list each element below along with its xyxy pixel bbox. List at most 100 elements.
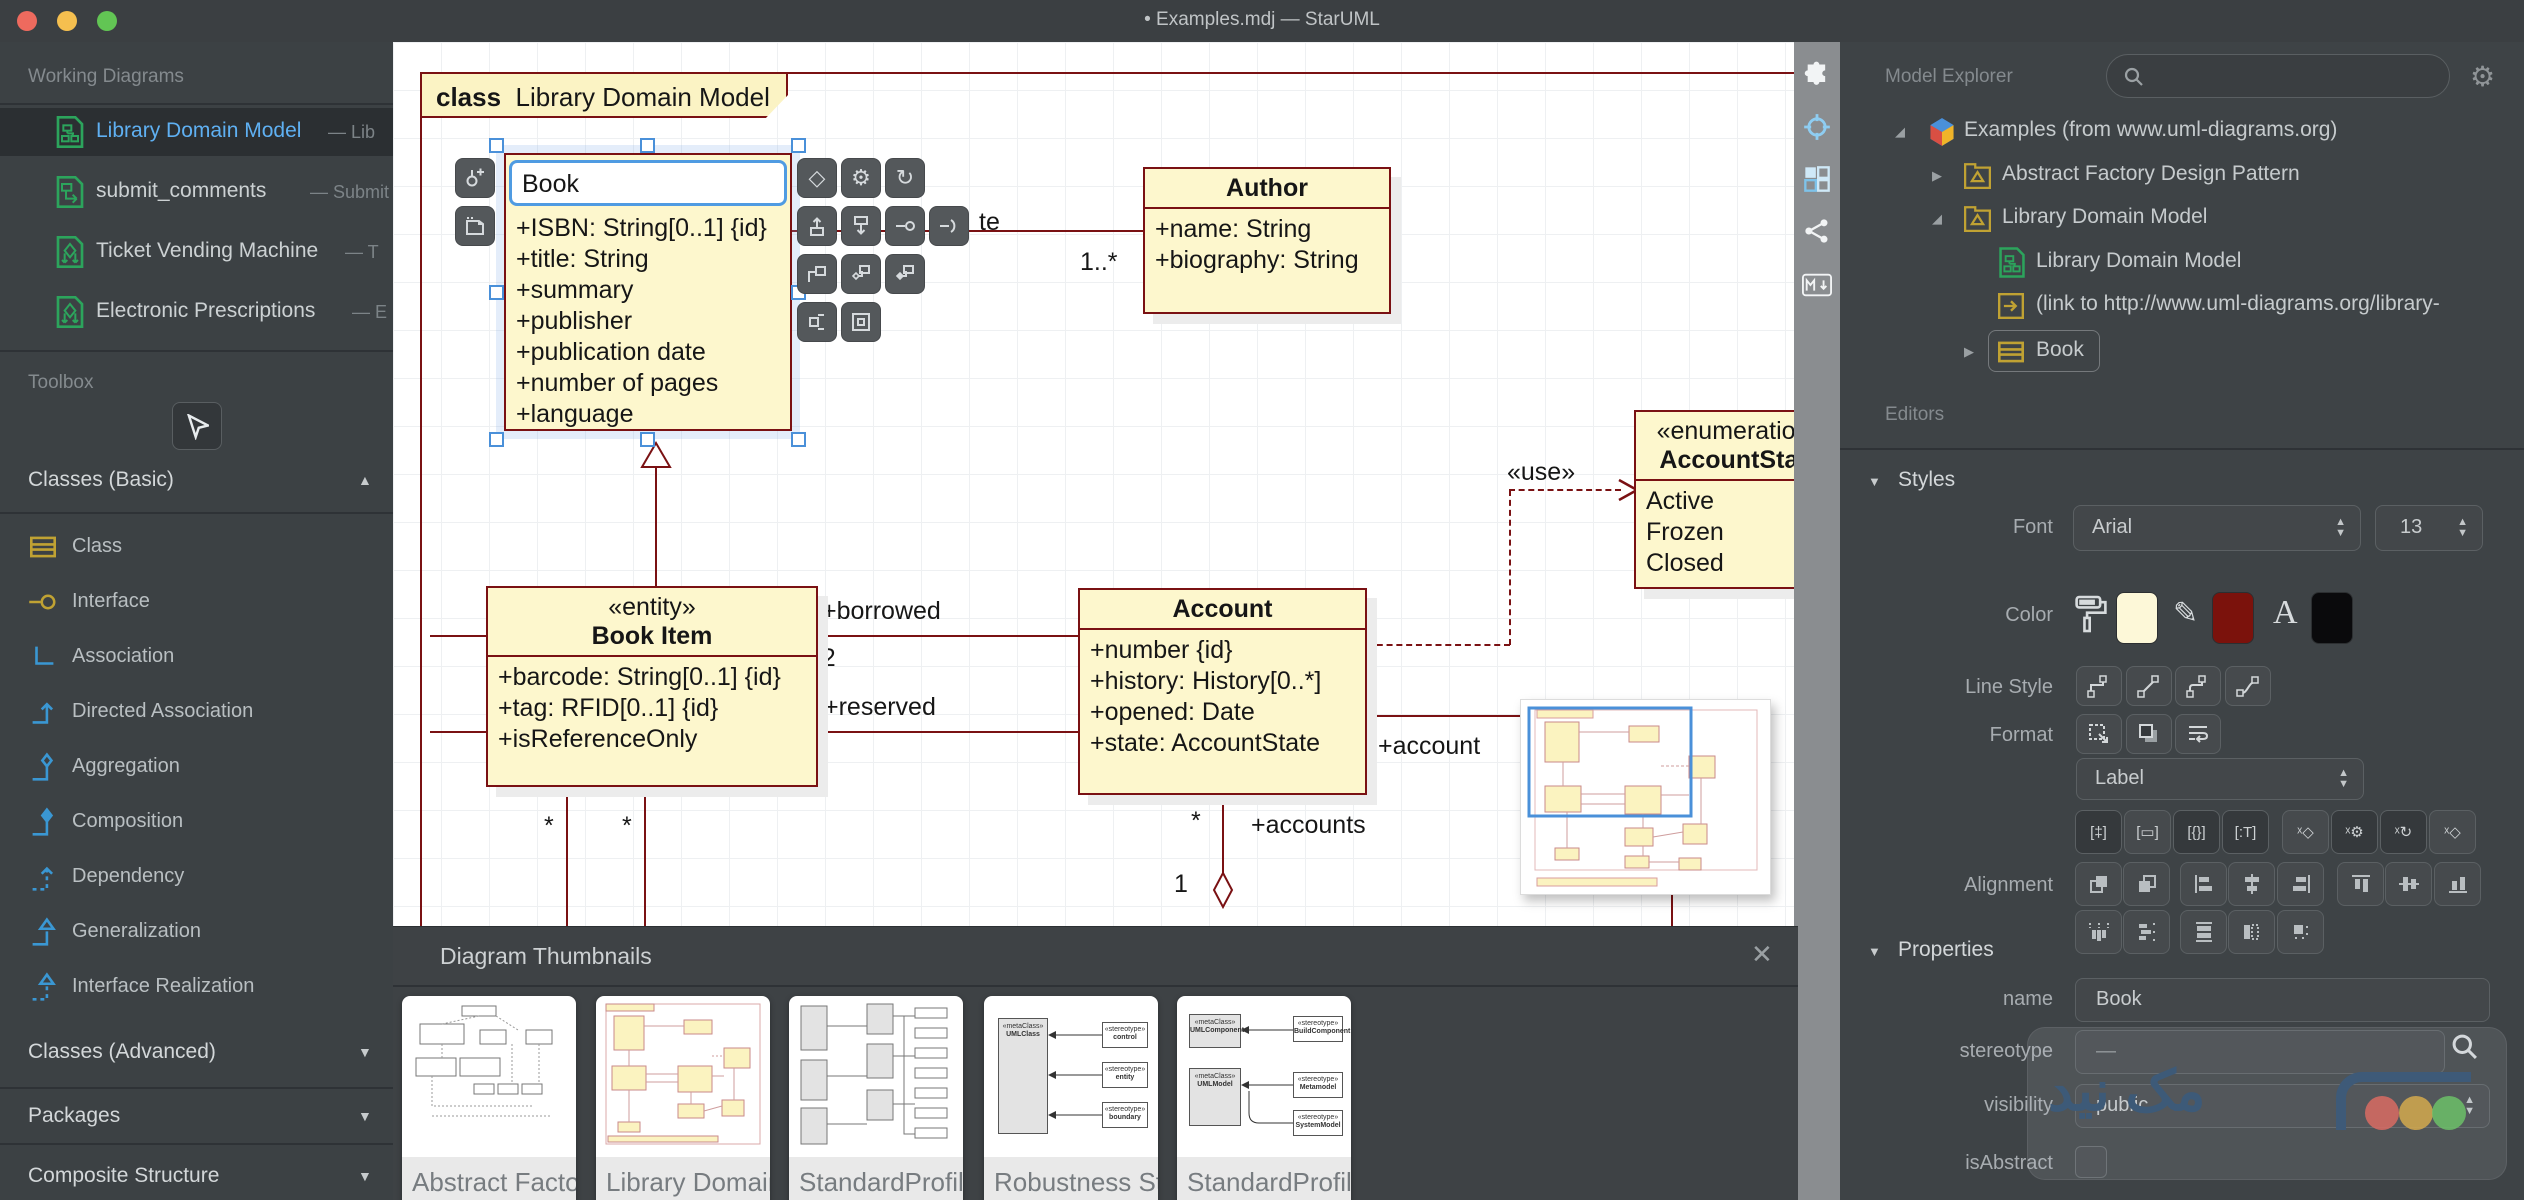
multiplicity-accounts-one[interactable]: 1 (1174, 870, 1188, 899)
markdown-panel-button[interactable] (1802, 270, 1832, 300)
working-diagram-item-library-domain-model[interactable]: Library Domain Model — Lib (0, 108, 393, 156)
class-book[interactable]: Book +ISBN: String[0..1] {id} +title: St… (504, 153, 792, 431)
same-size-button[interactable] (2277, 910, 2324, 954)
model-explorer-search-input[interactable] (2106, 54, 2450, 98)
spinner-icon[interactable]: ▲ ▼ (2457, 517, 2468, 539)
chevron-up-icon[interactable]: ▲ (358, 472, 372, 488)
select-tool-button[interactable] (172, 402, 222, 450)
line-style-rectilinear-button[interactable] (2076, 666, 2122, 706)
class-book-item[interactable]: «entity» Book Item +barcode: String[0..1… (486, 586, 818, 787)
close-icon[interactable]: ✕ (1751, 939, 1773, 970)
association-bookitem-down-1[interactable] (566, 787, 568, 926)
tool-generalization[interactable]: Generalization (0, 908, 393, 956)
expander-icon[interactable]: ▶ (1964, 344, 1974, 360)
role-account[interactable]: +account (1378, 732, 1480, 761)
selection-handle[interactable] (791, 432, 806, 447)
format-show-shadow-button[interactable] (2126, 714, 2172, 754)
toggle-hide-operations-button[interactable]: ˣ⚙ (2331, 810, 2378, 854)
use-dependency-v[interactable] (1509, 490, 1511, 645)
thumbnail-abstract-factory[interactable]: Abstract Factory Design (402, 996, 576, 1200)
send-to-back-button[interactable] (2123, 862, 2170, 906)
aggregation-account-library-line[interactable] (1222, 795, 1224, 873)
working-diagram-item-submit-comments[interactable]: submit_comments — Submit (0, 168, 393, 216)
diagram-canvas[interactable]: class Library Domain Model te 1..* +borr… (393, 42, 1798, 926)
association-account-patron[interactable] (1367, 715, 1520, 717)
quick-self-link-button[interactable]: ↻ (885, 158, 925, 198)
attribute[interactable]: +number {id} (1090, 635, 1355, 666)
tool-directed-association[interactable]: Directed Association (0, 688, 393, 736)
tree-item-examples[interactable]: ◢ Examples (from www.uml-diagrams.org) (1840, 114, 2524, 152)
toggle-show-constraint-button[interactable]: [{}] (2173, 810, 2220, 854)
quick-add-superclass-button[interactable] (797, 206, 837, 246)
multiplicity-author[interactable]: 1..* (1080, 248, 1118, 277)
line-style-oblique-button[interactable] (2126, 666, 2172, 706)
attribute[interactable]: +tag: RFID[0..1] {id} (498, 693, 806, 724)
role-reserved[interactable]: +reserved (824, 693, 936, 722)
attribute[interactable]: +name: String (1155, 214, 1379, 245)
attribute[interactable]: +publisher (516, 306, 780, 337)
enum-literal[interactable]: Closed (1646, 548, 1798, 579)
role-borrowed[interactable]: +borrowed (822, 597, 941, 626)
quick-add-provided-interface-button[interactable] (885, 206, 925, 246)
align-middle-button[interactable] (2385, 862, 2432, 906)
generalization-bookitem-book[interactable] (655, 467, 657, 586)
font-size-stepper[interactable]: 13 ▲ ▼ (2375, 505, 2483, 551)
toggle-hide-diamond-button[interactable]: ˣ◇ (2282, 810, 2329, 854)
quick-add-composited-class-button[interactable] (885, 254, 925, 294)
align-right-button[interactable] (2277, 862, 2324, 906)
attribute[interactable]: +biography: String (1155, 245, 1379, 276)
quick-settings-button[interactable]: ⚙ (841, 158, 881, 198)
tree-item-library-domain-model-pkg[interactable]: ◢ Library Domain Model (1840, 201, 2524, 239)
styles-section-header[interactable]: Styles (1898, 468, 1955, 492)
working-diagrams-panel-button[interactable] (1802, 112, 1832, 142)
association-stub-left-1[interactable] (430, 635, 486, 637)
association-stub-left-2[interactable] (430, 731, 486, 733)
association-borrowed[interactable] (818, 635, 1078, 637)
tree-item-hyperlink[interactable]: (link to http://www.uml-diagrams.org/lib… (1840, 288, 2524, 326)
expander-icon[interactable]: ◢ (1932, 211, 1942, 227)
quick-add-note-button[interactable] (455, 206, 495, 246)
thumbnail-standard-profile-l3[interactable]: «metaClass» UMLComponent «stereotype» Buil… (1177, 996, 1351, 1200)
use-dependency-h2[interactable] (1509, 489, 1621, 491)
spinner-icon[interactable]: ▲ ▼ (2338, 768, 2349, 790)
expander-icon[interactable]: ◢ (1895, 124, 1905, 140)
tree-item-library-domain-model-diagram[interactable]: Library Domain Model (1840, 245, 2524, 283)
section-packages[interactable]: Packages (28, 1104, 120, 1128)
spinner-icon[interactable]: ▲ ▼ (2335, 517, 2346, 539)
section-composite-structure[interactable]: Composite Structure (28, 1164, 219, 1188)
quick-add-part-button[interactable] (841, 302, 881, 342)
font-color-swatch[interactable] (2311, 592, 2353, 644)
edge-label-fragment[interactable]: te (979, 208, 1000, 237)
extensions-button[interactable] (1802, 60, 1832, 90)
font-family-select[interactable]: Arial ▲ ▼ (2073, 505, 2361, 551)
tree-item-book[interactable]: ▶ Book (1840, 330, 2524, 372)
attribute[interactable]: +ISBN: String[0..1] {id} (516, 213, 780, 244)
align-left-button[interactable] (2180, 862, 2227, 906)
selection-handle[interactable] (489, 138, 504, 153)
thumbnail-library-domain-model[interactable]: Library Domain Model (596, 996, 770, 1200)
line-style-r-rectilinear-button[interactable] (2175, 666, 2221, 706)
tool-dependency[interactable]: Dependency (0, 853, 393, 901)
toggle-show-property-button[interactable]: [▭] (2124, 810, 2171, 854)
toggle-show-type-button[interactable]: [:T] (2222, 810, 2269, 854)
distribute-vertically-button[interactable] (2123, 910, 2170, 954)
stereotype-display-select[interactable]: Label ▲ ▼ (2076, 758, 2364, 800)
attribute[interactable]: +summary (516, 275, 780, 306)
enum-literal[interactable]: Frozen (1646, 517, 1798, 548)
selection-handle[interactable] (640, 432, 655, 447)
name-input[interactable]: Book (2075, 978, 2490, 1022)
chevron-down-icon[interactable]: ▼ (358, 1108, 372, 1124)
layout-panel-button[interactable] (1802, 164, 1832, 194)
selection-handle[interactable] (489, 285, 504, 300)
thumbnail-robustness-stereotypes[interactable]: «metaClass» UMLClass «stereotype» control … (984, 996, 1158, 1200)
multiplicity-accounts-star[interactable]: * (1191, 807, 1201, 836)
multiplicity-copies-2[interactable]: * (622, 812, 632, 841)
toggle-hide-literals-button[interactable]: ˣ◇ (2429, 810, 2476, 854)
chevron-down-icon[interactable]: ▼ (358, 1168, 372, 1184)
expander-icon[interactable]: ▶ (1932, 168, 1942, 184)
align-top-button[interactable] (2337, 862, 2384, 906)
same-width-button[interactable] (2180, 910, 2227, 954)
working-diagram-item-electronic-prescriptions[interactable]: Electronic Prescriptions — E (0, 288, 393, 336)
diagram-overview-minimap[interactable] (1520, 699, 1771, 895)
selection-handle[interactable] (640, 138, 655, 153)
